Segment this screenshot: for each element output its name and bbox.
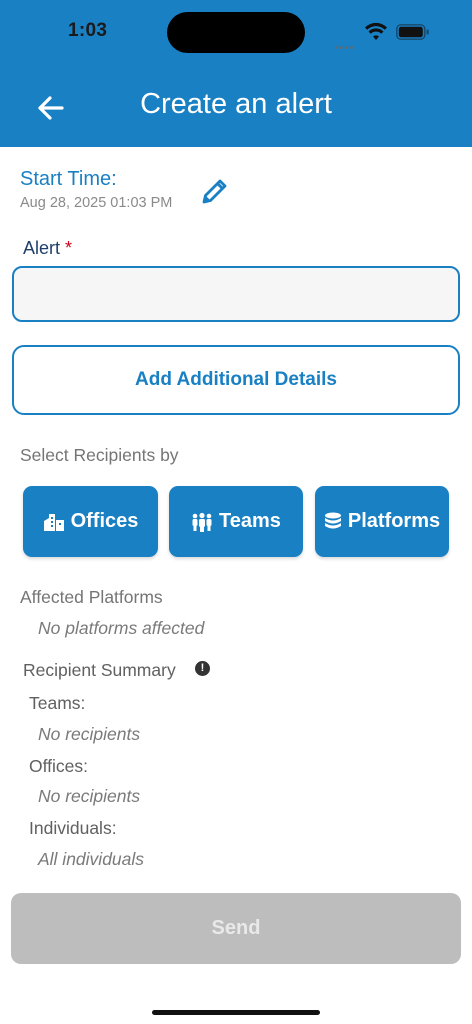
page-title: Create an alert	[140, 88, 332, 120]
database-icon	[324, 512, 341, 528]
pencil-icon	[202, 179, 227, 204]
select-recipients-label: Select Recipients by	[20, 445, 179, 465]
teams-summary-value: No recipients	[38, 724, 141, 744]
individuals-summary-label: Individuals:	[29, 818, 117, 838]
app-header: 1:03 Create an alert	[0, 0, 472, 147]
wifi-icon	[365, 22, 387, 40]
home-indicator	[152, 1010, 320, 1015]
start-time-label: Start Time:	[20, 168, 117, 190]
dynamic-island	[167, 12, 305, 53]
battery-icon	[396, 24, 429, 40]
alert-label: Alert *	[23, 238, 73, 258]
offices-button[interactable]: Offices	[23, 486, 158, 557]
recipient-summary-label: Recipient Summary	[23, 660, 176, 680]
required-mark: *	[65, 238, 73, 258]
people-icon	[192, 512, 212, 532]
affected-platforms-label: Affected Platforms	[20, 587, 163, 607]
send-button[interactable]: Send	[11, 893, 461, 964]
teams-button[interactable]: Teams	[169, 486, 303, 557]
start-time-value: Aug 28, 2025 01:03 PM	[20, 195, 173, 211]
alert-input[interactable]	[12, 266, 460, 322]
building-icon	[43, 513, 64, 531]
affected-platforms-value: No platforms affected	[38, 618, 205, 638]
add-additional-details-button[interactable]: Add Additional Details	[12, 345, 460, 415]
individuals-summary-value: All individuals	[38, 849, 145, 869]
edit-start-time-button[interactable]	[198, 174, 232, 208]
info-icon[interactable]: !	[195, 661, 210, 676]
offices-summary-label: Offices:	[29, 756, 89, 776]
status-time: 1:03	[68, 20, 108, 41]
offices-summary-value: No recipients	[38, 786, 141, 806]
teams-summary-label: Teams:	[29, 693, 86, 713]
platforms-button[interactable]: Platforms	[315, 486, 449, 557]
cellular-signal-icon	[335, 36, 357, 49]
